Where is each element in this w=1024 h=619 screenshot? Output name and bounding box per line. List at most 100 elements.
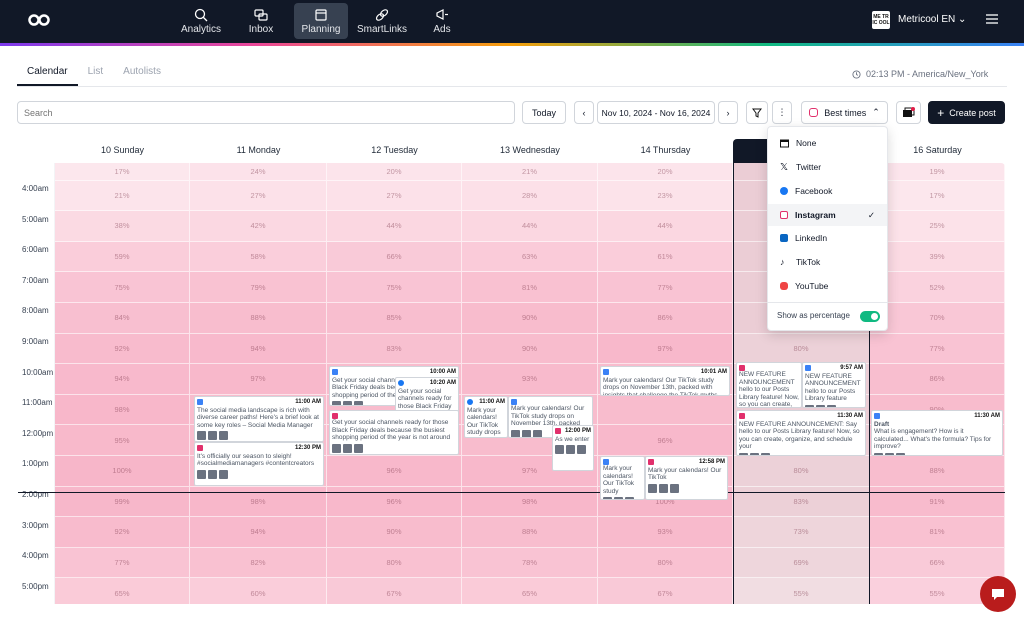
tab-calendar[interactable]: Calendar [17, 62, 78, 86]
option-youtube[interactable]: YouTube [768, 275, 887, 297]
best-time-cell[interactable]: 65% [55, 578, 190, 604]
timezone-display[interactable]: 02:13 PM - America/New_York [852, 69, 988, 79]
scheduled-post-card[interactable]: 11:30 AM NEW FEATURE ANNOUNCEMENT: Say he… [736, 410, 866, 456]
best-time-cell[interactable]: 19% [870, 163, 1005, 181]
best-time-cell[interactable]: 94% [55, 364, 190, 395]
best-time-cell[interactable]: 98% [55, 394, 190, 426]
scheduled-post-card[interactable]: Mark your calendars! Our TikTok study [600, 456, 645, 500]
best-time-cell[interactable]: 24% [190, 163, 327, 181]
scheduled-post-card[interactable]: 12:00 PM As we enter [552, 425, 594, 471]
option-twitter[interactable]: 𝕏 Twitter [768, 156, 887, 178]
tab-autolists[interactable]: Autolists [113, 62, 171, 86]
best-time-cell[interactable]: 69% [733, 547, 870, 579]
nav-planning[interactable]: Planning [294, 3, 348, 39]
search-input[interactable] [17, 101, 515, 124]
best-time-cell[interactable]: 93% [462, 364, 598, 395]
next-week-button[interactable]: › [718, 101, 738, 124]
posts-library-button[interactable] [896, 101, 921, 124]
best-time-cell[interactable]: 85% [327, 303, 462, 334]
best-time-cell[interactable]: 44% [327, 211, 462, 242]
best-time-cell[interactable]: 60% [190, 578, 327, 604]
best-time-cell[interactable]: 27% [327, 180, 462, 212]
best-time-cell[interactable]: 55% [733, 578, 870, 604]
best-time-cell[interactable]: 92% [55, 517, 190, 548]
best-time-cell[interactable]: 77% [598, 272, 733, 303]
brand-avatar[interactable]: ME TR IC OOL [872, 11, 890, 29]
scheduled-post-card[interactable]: 11:00 AM The social media landscape is ri… [194, 396, 324, 442]
best-time-cell[interactable]: 61% [598, 241, 733, 273]
best-time-cell[interactable]: 97% [190, 364, 327, 395]
support-chat-button[interactable] [980, 576, 1016, 612]
best-time-cell[interactable]: 86% [598, 303, 733, 334]
option-tiktok[interactable]: ♪ TikTok [768, 251, 887, 273]
best-time-cell[interactable]: 73% [733, 517, 870, 548]
best-time-cell[interactable]: 75% [55, 272, 190, 303]
best-time-cell[interactable]: 66% [870, 547, 1005, 579]
best-time-cell[interactable]: 25% [870, 211, 1005, 242]
option-linkedin[interactable]: LinkedIn [768, 227, 887, 249]
best-time-cell[interactable]: 17% [870, 180, 1005, 212]
best-time-cell[interactable]: 93% [598, 517, 733, 548]
best-time-cell[interactable]: 88% [870, 456, 1005, 487]
scheduled-post-card[interactable]: 11:30 AM Draft What is engagement? How is … [871, 410, 1003, 456]
best-time-cell[interactable]: 92% [55, 333, 190, 365]
best-time-cell[interactable]: 84% [55, 303, 190, 334]
best-time-cell[interactable]: 79% [190, 272, 327, 303]
best-time-cell[interactable]: 88% [190, 303, 327, 334]
best-time-cell[interactable]: 100% [55, 456, 190, 487]
best-time-cell[interactable]: 63% [462, 241, 598, 273]
nav-inbox[interactable]: Inbox [240, 3, 282, 39]
best-time-cell[interactable] [598, 394, 733, 426]
best-time-cell[interactable]: 67% [598, 578, 733, 604]
nav-ads[interactable]: Ads [426, 3, 458, 39]
best-time-cell[interactable]: 90% [462, 303, 598, 334]
best-time-cell[interactable]: 27% [190, 180, 327, 212]
best-time-cell[interactable]: 21% [462, 163, 598, 181]
scheduled-post-card[interactable]: 9:57 AM NEW FEATURE ANNOUNCEMENT hello to… [802, 362, 866, 408]
best-time-cell[interactable]: 80% [733, 333, 870, 365]
best-time-cell[interactable]: 28% [462, 180, 598, 212]
best-time-cell[interactable]: 23% [598, 180, 733, 212]
best-time-cell[interactable]: 67% [327, 578, 462, 604]
best-time-cell[interactable]: 83% [327, 333, 462, 365]
best-time-cell[interactable]: 97% [598, 333, 733, 365]
best-times-dropdown[interactable]: Best times ⌃ [801, 101, 888, 124]
best-time-cell[interactable]: 95% [55, 425, 190, 456]
best-time-cell[interactable]: 77% [55, 547, 190, 579]
best-time-cell[interactable]: 94% [190, 333, 327, 365]
best-time-cell[interactable]: 21% [55, 180, 190, 212]
best-time-cell[interactable]: 65% [462, 578, 598, 604]
best-time-cell[interactable]: 96% [598, 425, 733, 456]
show-percentage-toggle[interactable] [860, 311, 880, 322]
best-time-cell[interactable]: 80% [327, 547, 462, 579]
best-time-cell[interactable]: 44% [462, 211, 598, 242]
best-time-cell[interactable]: 66% [327, 241, 462, 273]
brand-selector[interactable]: Metricool EN ⌄ [898, 14, 966, 25]
menu-icon[interactable] [986, 14, 998, 24]
best-time-cell[interactable]: 90% [462, 333, 598, 365]
best-time-cell[interactable]: 81% [462, 272, 598, 303]
best-time-cell[interactable]: 58% [190, 241, 327, 273]
best-time-cell[interactable]: 20% [327, 163, 462, 181]
best-time-cell[interactable]: 86% [870, 364, 1005, 395]
best-time-cell[interactable]: 59% [55, 241, 190, 273]
best-time-cell[interactable]: 88% [462, 517, 598, 548]
best-time-cell[interactable]: 82% [190, 547, 327, 579]
best-time-cell[interactable]: 20% [598, 163, 733, 181]
today-button[interactable]: Today [522, 101, 566, 124]
scheduled-post-card[interactable]: 12:30 PM It's officially our season to sl… [194, 442, 324, 486]
option-facebook[interactable]: Facebook [768, 180, 887, 202]
best-time-cell[interactable]: 77% [870, 333, 1005, 365]
best-time-cell[interactable]: 81% [870, 517, 1005, 548]
best-time-cell[interactable]: 75% [327, 272, 462, 303]
date-range[interactable]: Nov 10, 2024 - Nov 16, 2024 [597, 101, 715, 124]
best-time-cell[interactable]: 38% [55, 211, 190, 242]
option-instagram[interactable]: Instagram ✓ [768, 204, 887, 226]
filter-button[interactable] [746, 101, 768, 124]
best-time-cell[interactable]: 80% [733, 456, 870, 487]
best-time-cell[interactable]: 90% [327, 517, 462, 548]
best-time-cell[interactable]: 80% [598, 547, 733, 579]
scheduled-post-card[interactable]: Get your social channels ready for those… [329, 410, 459, 455]
tab-list[interactable]: List [78, 62, 114, 86]
best-time-cell[interactable]: 44% [598, 211, 733, 242]
